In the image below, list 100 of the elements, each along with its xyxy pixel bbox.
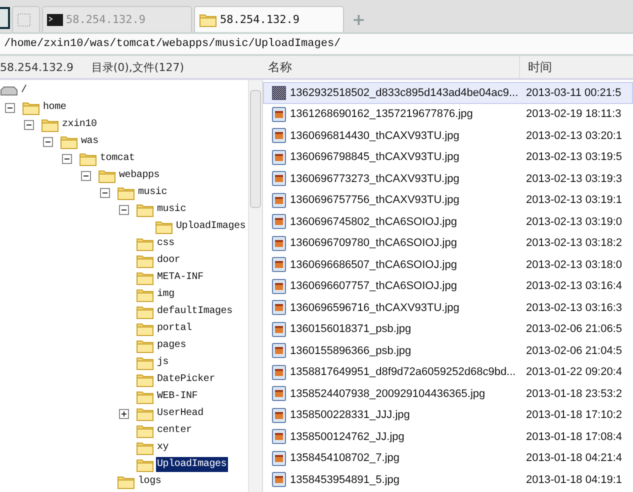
tab[interactable]: 58.254.132.9 [194, 6, 344, 32]
folder-label[interactable]: UserHead [156, 406, 204, 421]
folder-label[interactable]: logs [137, 474, 162, 489]
file-row[interactable]: 1358524407938_200929104436365.jpg 2013-01-18 23:53:2 [263, 383, 633, 404]
file-row[interactable]: 1362932518502_d833c895d143ad4be04ac9... 2013-03-11 00:21:5 [263, 82, 633, 104]
file-name: 1362932518502_d833c895d143ad4be04ac9... [290, 86, 520, 99]
image-file-icon [272, 429, 286, 444]
expand-icon[interactable] [119, 408, 129, 418]
file-time: 2013-02-06 21:06:5 [526, 323, 622, 336]
file-name: 1360696709780_thCA6SOIOJ.jpg [290, 237, 458, 250]
tab-edge[interactable] [0, 7, 10, 29]
file-row[interactable]: 1360696814430_thCAXV93TU.jpg 2013-02-13 03:20:1 [263, 125, 633, 146]
file-row[interactable]: 1360696773273_thCAXV93TU.jpg 2013-02-13 03:19:3 [263, 168, 633, 190]
folder-label[interactable]: music [137, 185, 168, 200]
image-file-icon [272, 192, 286, 208]
folder-label[interactable]: music [156, 202, 188, 217]
folder-icon [136, 406, 154, 420]
collapse-icon[interactable] [100, 188, 110, 198]
folder-label[interactable]: js [156, 355, 170, 370]
folder-label[interactable]: zxin10 [61, 117, 98, 132]
file-row[interactable]: 1360696686507_thCA6SOIOJ.jpg 2013-02-13 03:18:0 [263, 254, 633, 276]
file-time: 2013-03-11 00:21:5 [526, 86, 622, 99]
file-time: 2013-02-13 03:19:1 [526, 194, 622, 206]
file-time: 2013-02-13 03:18:2 [526, 237, 622, 250]
folder-label[interactable]: portal [156, 321, 193, 336]
file-row[interactable]: 1360155896366_psb.jpg 2013-02-06 21:04:5 [263, 340, 633, 362]
root-label[interactable]: / [20, 83, 28, 98]
folder-icon [136, 440, 154, 454]
file-name: 1360696798845_thCAXV93TU.jpg [290, 151, 460, 164]
folder-label[interactable]: door [156, 253, 182, 268]
file-row[interactable]: 1360696607757_thCA6SOIOJ.jpg 2013-02-13 03:16:4 [263, 276, 633, 297]
file-name: 1360696745802_thCA6SOIOJ.jpg [290, 216, 458, 228]
file-row[interactable]: 1360696745802_thCA6SOIOJ.jpg 2013-02-13 03:19:0 [263, 211, 633, 232]
file-row[interactable]: 1360156018371_psb.jpg 2013-02-06 21:06:5 [263, 318, 633, 340]
folder-icon [136, 304, 154, 318]
collapse-icon[interactable] [119, 204, 129, 214]
file-time: 2013-01-18 17:10:2 [526, 409, 622, 422]
file-time: 2013-01-18 04:19:1 [526, 474, 622, 486]
column-header[interactable]: 名称 [262, 56, 519, 78]
file-row[interactable]: 1358817649951_d8f9d72a6059252d68c9bd... 2013-01-22 09:20:4 [263, 362, 633, 383]
folder-label[interactable]: defaultImages [156, 304, 234, 319]
folder-label[interactable]: pages [156, 338, 188, 353]
folder-icon [136, 458, 154, 472]
image-file-icon [272, 257, 286, 272]
file-time: 2013-01-18 04:21:4 [526, 452, 622, 464]
collapse-icon[interactable] [24, 120, 34, 130]
folder-icon [136, 288, 154, 302]
image-file-icon [272, 278, 286, 294]
folder-label[interactable]: home [42, 100, 68, 115]
file-row[interactable]: 1360696596716_thCAXV93TU.jpg 2013-02-13 03:16:3 [263, 297, 633, 318]
file-time: 2013-02-13 03:20:1 [526, 130, 622, 142]
file-name: 1358453954891_5.jpg [290, 474, 401, 486]
folder-label[interactable]: was [80, 134, 100, 149]
file-row[interactable]: 1358500124762_JJ.jpg 2013-01-18 17:08:4 [263, 426, 633, 448]
folder-label[interactable]: center [156, 423, 193, 438]
folder-icon [155, 220, 173, 234]
file-row[interactable]: 1361268690162_1357219677876.jpg 2013-02-19 18:11:3 [263, 104, 633, 125]
folder-icon [199, 12, 217, 26]
file-name: 1360155896366_psb.jpg [290, 344, 412, 357]
scrollbar-thumb[interactable] [250, 90, 261, 208]
file-row[interactable]: 1360696709780_thCA6SOIOJ.jpg 2013-02-13 03:18:2 [263, 232, 633, 254]
file-name: 1360696814430_thCAXV93TU.jpg [290, 130, 460, 142]
file-row[interactable]: 1360696798845_thCAXV93TU.jpg 2013-02-13 03:19:5 [263, 146, 633, 168]
collapse-icon[interactable] [81, 170, 91, 180]
collapse-icon[interactable] [5, 102, 15, 112]
folder-label[interactable]: css [156, 236, 176, 251]
path-bar[interactable]: /home/zxin10/was/tomcat/webapps/music/UploadImages/ [0, 34, 633, 56]
folder-icon [136, 254, 154, 268]
file-name: 1360696686507_thCA6SOIOJ.jpg [290, 258, 458, 271]
folder-icon [136, 338, 154, 352]
file-name: 1360696596716_thCAXV93TU.jpg [290, 302, 460, 314]
file-row[interactable]: 1358453954891_5.jpg 2013-01-18 04:19:1 [263, 469, 633, 490]
image-file-icon [272, 364, 286, 380]
folder-icon [136, 372, 154, 386]
column-header[interactable]: 时间 [519, 56, 633, 78]
image-file-icon [272, 408, 286, 423]
folder-icon [136, 356, 154, 370]
file-row[interactable]: 1358500228331_JJJ.jpg 2013-01-18 17:10:2 [263, 404, 633, 426]
file-name: 1360696773273_thCAXV93TU.jpg [290, 172, 460, 185]
folder-label[interactable]: WEB-INF [156, 389, 199, 404]
image-file-icon [272, 150, 286, 165]
folder-label[interactable]: DatePicker [156, 372, 216, 387]
folder-label[interactable]: tomcat [99, 151, 136, 166]
terminal-icon [47, 14, 63, 26]
folder-icon [136, 270, 154, 284]
folder-label[interactable]: xy [156, 440, 170, 455]
folder-label[interactable]: UploadImages [175, 219, 247, 234]
folder-label[interactable]: META-INF [156, 270, 204, 285]
folder-label[interactable]: webapps [118, 168, 161, 183]
file-time: 2013-02-13 03:18:0 [526, 258, 622, 271]
collapse-icon[interactable] [43, 136, 53, 146]
file-row[interactable]: 1360696757756_thCAXV93TU.jpg 2013-02-13 03:19:1 [263, 190, 633, 211]
collapse-icon[interactable] [62, 154, 72, 164]
folder-label[interactable]: img [156, 287, 176, 302]
file-time: 2013-02-13 03:19:3 [526, 172, 622, 185]
file-row[interactable]: 1358454108702_7.jpg 2013-01-18 04:21:4 [263, 448, 633, 469]
drive-icon [0, 86, 18, 96]
image-file-icon [272, 86, 286, 100]
folder-label[interactable]: UploadImages [156, 457, 228, 472]
scrollbar[interactable] [248, 80, 262, 492]
